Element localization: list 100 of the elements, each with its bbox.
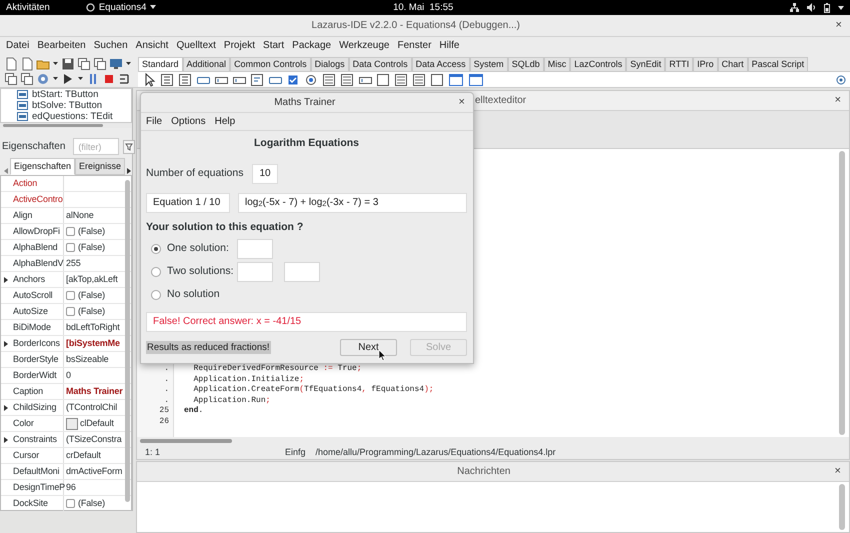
dialog-heading: Logarithm Equations xyxy=(253,137,360,150)
menu-item[interactable]: Fenster xyxy=(394,40,436,52)
palette-tab[interactable]: RTTI xyxy=(665,57,694,71)
property-name: Cursor xyxy=(11,448,64,463)
option-label[interactable]: One solution: xyxy=(167,242,237,255)
line-number: . xyxy=(163,374,170,385)
tree-item[interactable]: edQuestions: TEdit xyxy=(32,111,113,122)
palette-tab[interactable]: Common Controls xyxy=(230,57,311,71)
property-value: 255 xyxy=(65,257,81,270)
property-name: AlphaBlend xyxy=(11,240,64,255)
palette-tab[interactable]: IPro xyxy=(693,57,718,71)
inspector-tab[interactable]: Eigenschaften xyxy=(10,158,76,175)
line-number: . xyxy=(163,385,170,396)
property-name: Caption xyxy=(11,384,64,399)
menu-item[interactable]: Help xyxy=(210,116,240,128)
property-value: bsSizeable xyxy=(65,353,109,366)
property-name: BorderStyle xyxy=(11,352,64,367)
palette-tab[interactable]: Misc xyxy=(544,57,570,71)
property-name: BorderWidt xyxy=(11,368,64,383)
property-name: DockSite xyxy=(11,496,64,511)
palette-tab[interactable]: Dialogs xyxy=(310,57,349,71)
property-name: BorderIcons xyxy=(11,336,64,351)
palette-tab[interactable]: Data Controls xyxy=(348,57,412,71)
property-value: bdLeftToRight xyxy=(65,321,120,334)
close-button[interactable]: × xyxy=(832,20,846,31)
property-value: alNone xyxy=(65,209,94,222)
property-value: (False) xyxy=(77,241,105,254)
equation-number: Equation 1 / 10 xyxy=(146,192,230,213)
palette-tab[interactable]: Additional xyxy=(182,57,230,71)
menu-item[interactable]: Projekt xyxy=(220,40,260,52)
property-value: (False) xyxy=(77,497,105,510)
menu-item[interactable]: Datei xyxy=(2,40,34,52)
line-number: 25 xyxy=(158,406,170,416)
property-name: Anchors xyxy=(11,272,64,287)
property-value: dmActiveForm xyxy=(65,465,122,478)
code-line: Application.Run; xyxy=(192,396,272,406)
palette-tab[interactable]: System xyxy=(470,57,508,71)
option-label[interactable]: Two solutions: xyxy=(167,265,237,278)
property-value: 96 xyxy=(65,481,76,494)
equation-field: log$_{2}$(-5x - 7) + log$_{2}$(-3x - 7) = 3 xyxy=(238,192,467,213)
menu-item[interactable]: Start xyxy=(259,40,288,52)
property-name: AllowDropFi xyxy=(11,224,64,239)
menu-item[interactable]: Werkzeuge xyxy=(335,40,394,52)
menu-item[interactable]: Suchen xyxy=(90,40,132,52)
property-name: DesignTimeP xyxy=(11,480,64,495)
app-menu[interactable]: Equations4 xyxy=(98,2,146,14)
property-name: ActiveContro xyxy=(11,192,64,207)
property-value: 0 xyxy=(65,369,71,382)
close-button[interactable]: × xyxy=(830,466,845,477)
property-value: (TControlChil xyxy=(65,401,118,414)
property-name: AutoSize xyxy=(11,304,64,319)
menu-item[interactable]: Bearbeiten xyxy=(33,40,90,52)
property-name: AutoScroll xyxy=(11,288,64,303)
next-button[interactable]: Next xyxy=(340,339,397,356)
dialog-title: Maths Trainer xyxy=(273,96,336,108)
tree-item[interactable]: btStart: TButton xyxy=(32,89,98,100)
window-title: Lazarus-IDE v2.2.0 - Equations4 (Debuggen...) xyxy=(312,20,520,32)
tree-item[interactable]: btSolve: TButton xyxy=(32,100,102,111)
line-number: 26 xyxy=(158,416,170,427)
inspector-tab[interactable]: Ereignisse xyxy=(75,158,126,175)
property-name: BiDiMode xyxy=(11,320,64,335)
palette-tab[interactable]: SQLdb xyxy=(508,57,544,71)
menu-item[interactable]: Package xyxy=(288,40,336,52)
palette-tab[interactable]: Chart xyxy=(718,57,748,71)
menu-item[interactable]: Quelltext xyxy=(172,40,220,52)
palette-tab[interactable]: LazControls xyxy=(570,57,626,71)
code-line: end. xyxy=(183,406,204,416)
property-value: clDefault xyxy=(79,417,114,430)
palette-tab[interactable]: Data Access xyxy=(412,57,470,71)
cursor-position: 1: 1 xyxy=(145,446,162,458)
palette-tab[interactable]: SynEdit xyxy=(626,57,666,71)
property-name: AlphaBlendV xyxy=(11,256,64,271)
property-value: Maths Trainer xyxy=(65,385,123,398)
window-title: elltexteditor xyxy=(475,94,526,106)
hint-label: Results as reduced fractions! xyxy=(146,340,271,354)
close-button[interactable]: × xyxy=(454,97,469,108)
window-title: Nachrichten xyxy=(457,466,510,478)
property-value: (TSizeConstra xyxy=(65,433,122,446)
count-field[interactable]: 10 xyxy=(252,164,278,184)
option-label[interactable]: No solution xyxy=(167,288,220,301)
property-name: Align xyxy=(11,208,64,223)
menu-item[interactable]: Hilfe xyxy=(435,40,464,52)
activities-button[interactable]: Aktivitäten xyxy=(6,2,50,14)
question-label: Your solution to this equation ? xyxy=(146,220,304,234)
menu-item[interactable]: File xyxy=(141,116,166,128)
file-path: /home/allu/Programming/Lazarus/Equations4/Equations4.lpr xyxy=(316,446,556,458)
clock[interactable]: 10. Mai 15:55 xyxy=(393,2,554,14)
code-line: Application.Initialize; xyxy=(192,374,306,385)
property-value: [biSystemMe xyxy=(65,337,120,350)
close-button[interactable]: × xyxy=(830,95,845,106)
palette-tab[interactable]: Pascal Script xyxy=(748,57,808,71)
insert-mode: Einfg xyxy=(285,446,306,458)
filter-label: Eigenschaften xyxy=(2,140,66,153)
menu-item[interactable]: Ansicht xyxy=(132,40,172,52)
menu-item[interactable]: Options xyxy=(166,116,210,128)
palette-tab[interactable]: Standard xyxy=(138,57,183,71)
property-name: Color xyxy=(11,416,64,431)
line-number: . xyxy=(163,396,170,406)
property-name: DefaultMoni xyxy=(11,464,64,479)
filter-field[interactable]: (filter) xyxy=(73,138,120,156)
